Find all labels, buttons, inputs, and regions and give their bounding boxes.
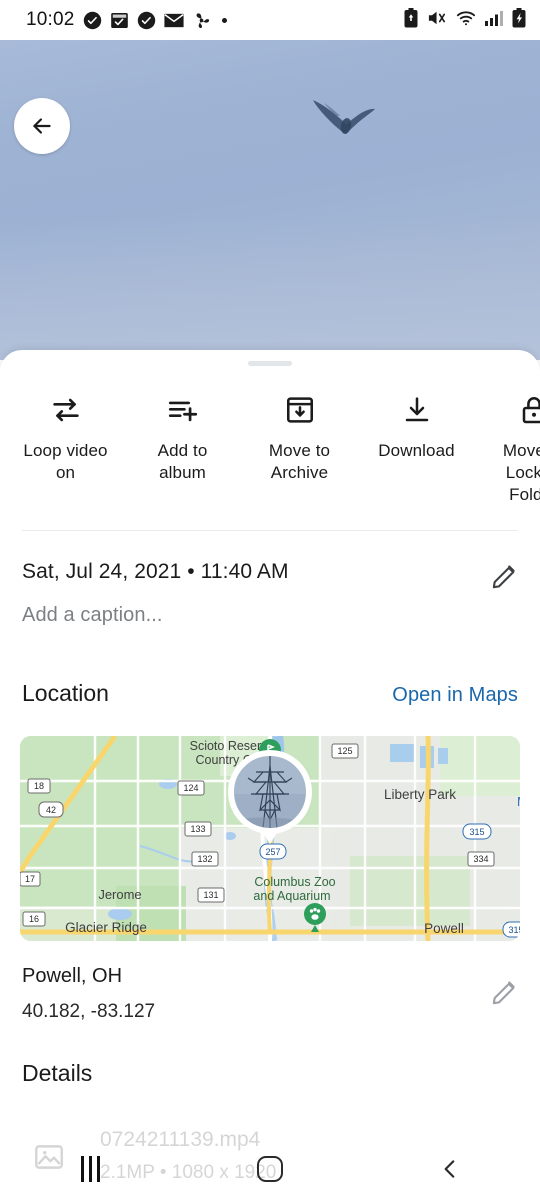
- svg-text:257: 257: [265, 847, 280, 857]
- action-label: Move to Archive: [268, 441, 331, 482]
- system-nav-bar: [0, 1138, 540, 1200]
- phone-screen: 10:02 Loop video on Add to album Move to…: [0, 0, 540, 1200]
- action-label: Download: [378, 441, 455, 460]
- battery-charging-icon: [512, 7, 526, 33]
- signal-icon: [485, 10, 503, 31]
- status-bar-right: [404, 7, 526, 33]
- check-circle-icon: [83, 11, 102, 30]
- action-label: Loop video on: [23, 441, 108, 482]
- loop-icon: [49, 392, 83, 428]
- location-coordinates: 40.182, -83.127: [22, 1001, 156, 1022]
- svg-text:16: 16: [29, 914, 39, 924]
- open-in-maps-link[interactable]: Open in Maps: [392, 684, 518, 707]
- dot-icon: [221, 17, 227, 23]
- map-canvas: 18 42 17 16 124 133 132 131 125 257 315 …: [20, 736, 520, 941]
- pencil-icon: [492, 981, 515, 1005]
- back-arrow-icon: [33, 118, 51, 134]
- location-place: Powell, OH: [22, 965, 123, 987]
- svg-text:132: 132: [197, 854, 212, 864]
- status-bar-left: 10:02: [26, 9, 227, 31]
- recents-icon: [80, 1156, 100, 1182]
- details-title: Details: [22, 1060, 93, 1086]
- map-label: Liberty Park: [384, 787, 456, 802]
- svg-text:133: 133: [190, 824, 205, 834]
- wifi-icon: [456, 10, 476, 31]
- status-bar-clock: 10:02: [26, 9, 75, 30]
- action-label: Move to Locked Folder: [502, 441, 540, 504]
- caption-input[interactable]: Add a caption...: [22, 604, 163, 627]
- svg-text:315: 315: [508, 925, 520, 935]
- archive-icon: [284, 392, 316, 428]
- svg-text:131: 131: [203, 890, 218, 900]
- map-label: and Aquarium: [253, 889, 330, 903]
- svg-text:315: 315: [469, 827, 484, 837]
- location-map[interactable]: 18 42 17 16 124 133 132 131 125 257 315 …: [20, 736, 520, 941]
- action-label: Add to album: [157, 441, 208, 482]
- add-to-album-icon: [166, 392, 200, 428]
- mute-icon: [427, 9, 447, 32]
- svg-text:18: 18: [34, 781, 44, 791]
- calendar-check-icon: [110, 11, 129, 30]
- action-download[interactable]: Download: [358, 384, 475, 514]
- photo-viewer[interactable]: [0, 40, 540, 360]
- nav-recents-button[interactable]: [0, 1156, 180, 1182]
- map-label: Glacier Ridge: [65, 920, 147, 935]
- svg-text:17: 17: [25, 874, 35, 884]
- home-icon: [257, 1156, 283, 1182]
- date-row[interactable]: Sat, Jul 24, 2021 • 11:40 AM: [0, 560, 540, 595]
- action-move-to-archive[interactable]: Move to Archive: [241, 384, 358, 514]
- edit-location-button[interactable]: [490, 978, 518, 1011]
- check-circle-icon: [137, 11, 156, 30]
- envelope-icon: [163, 13, 184, 28]
- lock-icon: [518, 392, 540, 428]
- battery-saver-icon: [404, 7, 418, 33]
- bird-silhouette: [313, 100, 375, 134]
- svg-text:124: 124: [183, 783, 198, 793]
- nav-back-button[interactable]: [360, 1156, 540, 1182]
- back-chevron-icon: [444, 1160, 455, 1178]
- sky-gradient: [0, 40, 540, 360]
- action-row: Loop video on Add to album Move to Archi…: [0, 384, 540, 514]
- svg-text:334: 334: [473, 854, 488, 864]
- svg-text:125: 125: [337, 746, 352, 756]
- back-button[interactable]: [14, 98, 70, 154]
- edit-date-button[interactable]: [490, 562, 518, 595]
- pencil-icon: [492, 565, 515, 589]
- map-label: Powell: [424, 921, 464, 936]
- map-label: Jerome: [98, 887, 141, 902]
- location-title: Location: [22, 680, 109, 706]
- section-divider: [22, 530, 518, 531]
- fan-icon: [192, 11, 211, 30]
- download-icon: [401, 392, 433, 428]
- svg-text:42: 42: [46, 805, 56, 815]
- info-sheet: Loop video on Add to album Move to Archi…: [0, 350, 540, 1200]
- location-header: Location Open in Maps: [0, 680, 540, 707]
- map-label: M: [517, 794, 520, 809]
- photo-datetime: Sat, Jul 24, 2021 • 11:40 AM: [22, 560, 289, 583]
- nav-home-button[interactable]: [180, 1156, 360, 1182]
- action-loop-video[interactable]: Loop video on: [7, 384, 124, 514]
- sheet-drag-handle[interactable]: [248, 361, 292, 366]
- action-add-to-album[interactable]: Add to album: [124, 384, 241, 514]
- status-bar: 10:02: [0, 0, 540, 40]
- map-label: Columbus Zoo: [254, 875, 335, 889]
- action-move-to-locked-folder[interactable]: Move to Locked Folder: [475, 384, 540, 514]
